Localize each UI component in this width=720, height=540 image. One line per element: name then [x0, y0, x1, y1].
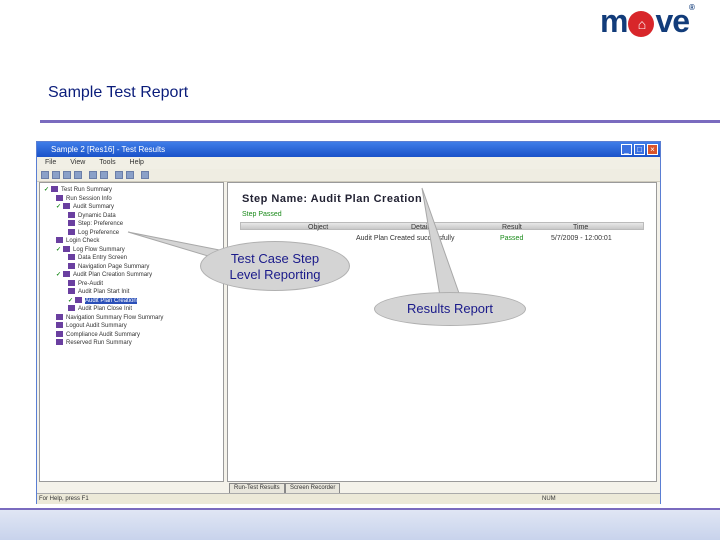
footer-band	[0, 510, 720, 540]
callout-test-case: Test Case Step Level Reporting	[200, 241, 350, 291]
callout-results-report: Results Report	[374, 292, 526, 326]
callout-pointers	[127, 187, 461, 297]
results-pointer	[421, 187, 461, 297]
